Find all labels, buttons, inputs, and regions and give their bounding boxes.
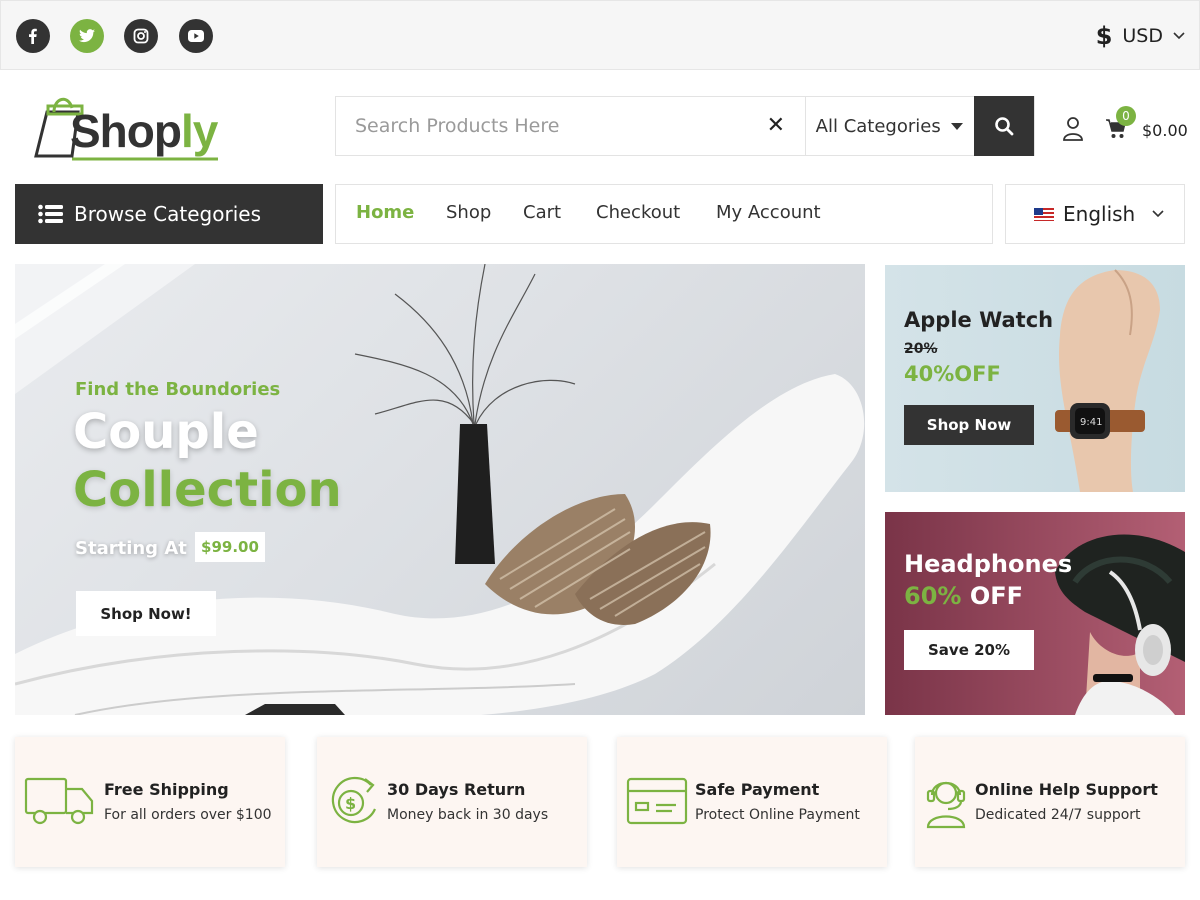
hero-starting-at: Starting At: [75, 538, 187, 559]
feature-safe-payment: Safe Payment Protect Online Payment: [617, 737, 887, 867]
main-menu: Home Shop Cart Checkout My Account: [335, 184, 993, 244]
hero-eyebrow: Find the Boundories: [75, 379, 281, 400]
nav-shop[interactable]: Shop: [446, 202, 491, 223]
banner-discount: 60% OFF: [904, 582, 1024, 610]
headphones-image: [1055, 534, 1185, 715]
refund-icon: $: [331, 776, 377, 824]
nav-cart[interactable]: Cart: [523, 202, 561, 223]
user-icon[interactable]: [1062, 116, 1084, 142]
svg-text:9:41: 9:41: [1080, 417, 1102, 428]
site-logo[interactable]: Shoply: [34, 90, 234, 166]
support-agent-icon: [926, 781, 966, 829]
currency-symbol: $: [1095, 22, 1113, 50]
browse-categories-button[interactable]: Browse Categories: [15, 184, 323, 244]
caret-down-icon: [950, 122, 963, 130]
hero-title-line1: Couple: [73, 404, 259, 460]
feature-subtitle: Money back in 30 days: [387, 807, 549, 823]
chevron-down-icon: [1173, 32, 1185, 40]
nav-checkout[interactable]: Checkout: [596, 202, 680, 223]
category-select[interactable]: All Categories: [804, 97, 975, 155]
twitter-icon[interactable]: [70, 19, 104, 53]
language-selector[interactable]: English: [1005, 184, 1185, 244]
banner-title: Headphones: [904, 550, 1073, 578]
feature-subtitle: Dedicated 24/7 support: [975, 807, 1141, 823]
banner-save-button[interactable]: Save 20%: [904, 630, 1034, 670]
nav-my-account[interactable]: My Account: [716, 202, 821, 223]
hero-banner: Find the Boundories Couple Collection St…: [15, 264, 865, 715]
feature-30-days-return: $ 30 Days Return Money back in 30 days: [317, 737, 587, 867]
credit-card-icon: [626, 777, 688, 825]
feature-subtitle: Protect Online Payment: [695, 807, 860, 823]
banner-title: Apple Watch: [904, 308, 1054, 332]
nav-home[interactable]: Home: [356, 202, 414, 223]
category-select-label: All Categories: [815, 115, 941, 137]
feature-online-help-support: Online Help Support Dedicated 24/7 suppo…: [915, 737, 1185, 867]
feature-title: Safe Payment: [695, 780, 820, 799]
list-icon: [38, 204, 63, 224]
feature-title: Free Shipping: [104, 780, 229, 799]
feature-title: 30 Days Return: [387, 780, 526, 799]
banner-discount: 40%OFF: [904, 362, 1001, 386]
feature-subtitle: For all orders over $100: [104, 807, 272, 823]
hero-price-badge: $99.00: [195, 532, 265, 562]
youtube-icon[interactable]: [179, 19, 213, 53]
browse-categories-label: Browse Categories: [74, 202, 261, 226]
currency-label: USD: [1122, 25, 1163, 47]
logo-text: Shoply: [70, 105, 218, 157]
search-button[interactable]: [974, 96, 1035, 156]
headphones-banner[interactable]: Headphones 60% OFF Save 20%: [885, 512, 1185, 715]
cart-total[interactable]: $0.00: [1142, 121, 1188, 140]
search-bar: ✕ All Categories: [335, 96, 1035, 156]
banner-old-discount: 20%: [904, 341, 938, 357]
cart-count-badge: 0: [1116, 106, 1136, 126]
apple-watch-banner[interactable]: 9:41 Apple Watch 20% 40%OFF Shop Now: [885, 265, 1185, 492]
instagram-icon[interactable]: [124, 19, 158, 53]
banner-shop-now-button[interactable]: Shop Now: [904, 405, 1034, 445]
hero-shop-now-button[interactable]: Shop Now!: [76, 591, 216, 636]
feature-free-shipping: Free Shipping For all orders over $100: [15, 737, 285, 867]
us-flag-icon: [1034, 207, 1054, 221]
chevron-down-icon: [1152, 210, 1164, 218]
svg-text:$: $: [345, 794, 356, 813]
feature-title: Online Help Support: [975, 780, 1158, 799]
top-bar: $ USD: [0, 0, 1200, 70]
close-icon[interactable]: ✕: [767, 113, 785, 138]
search-input[interactable]: [336, 97, 805, 155]
language-label: English: [1063, 202, 1136, 226]
facebook-icon[interactable]: [16, 19, 50, 53]
search-icon: [995, 117, 1014, 136]
currency-selector[interactable]: $ USD: [1096, 21, 1185, 51]
hero-title-line2: Collection: [73, 462, 342, 518]
truck-icon: [24, 777, 94, 825]
